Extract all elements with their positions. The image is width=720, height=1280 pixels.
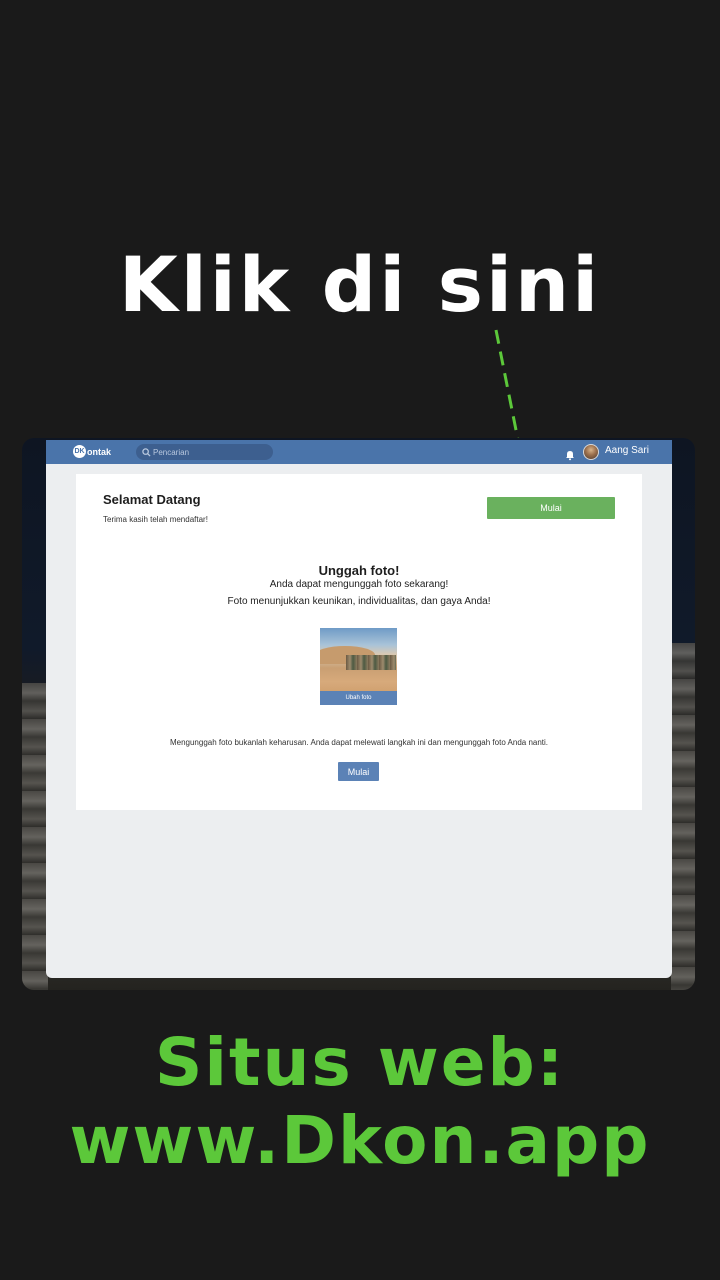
upload-title: Unggah foto! bbox=[318, 563, 400, 578]
app-screenshot: DK ontak Pencarian Aang Sari Selamat Dat… bbox=[22, 438, 695, 990]
search-placeholder: Pencarian bbox=[153, 447, 190, 457]
upload-line-2: Foto menunjukkan keunikan, individualita… bbox=[227, 596, 491, 607]
welcome-card: Selamat Datang Terima kasih telah mendaf… bbox=[76, 474, 642, 810]
top-navigation-bar: DK ontak Pencarian Aang Sari bbox=[46, 440, 672, 464]
upload-line-1: Anda dapat mengunggah foto sekarang! bbox=[269, 579, 449, 590]
logo-mark: DK bbox=[73, 445, 86, 458]
photo-town bbox=[346, 655, 396, 670]
start-button-top[interactable]: Mulai bbox=[487, 497, 615, 519]
welcome-title: Selamat Datang bbox=[103, 492, 201, 507]
search-input[interactable]: Pencarian bbox=[136, 444, 273, 460]
change-photo-button[interactable]: Ubah foto bbox=[320, 691, 397, 705]
start-button-bottom[interactable]: Mulai bbox=[338, 762, 379, 781]
background-rock-left bbox=[22, 683, 48, 990]
user-name[interactable]: Aang Sari bbox=[605, 445, 649, 456]
footer-line-1: Situs web: bbox=[154, 1024, 566, 1101]
logo-text: ontak bbox=[87, 446, 112, 457]
profile-photo[interactable]: Ubah foto bbox=[320, 628, 397, 705]
footer-website: www.Dkon.app bbox=[69, 1102, 651, 1179]
notification-bell-icon[interactable] bbox=[564, 446, 576, 461]
upload-note: Mengunggah foto bukanlah keharusan. Anda… bbox=[169, 738, 549, 747]
background-rock-right bbox=[671, 643, 695, 990]
search-icon bbox=[140, 444, 153, 460]
headline-click-here: Klik di sini bbox=[118, 240, 602, 329]
app-logo[interactable]: DK ontak bbox=[73, 445, 111, 458]
app-window: DK ontak Pencarian Aang Sari Selamat Dat… bbox=[46, 440, 672, 978]
welcome-subtitle: Terima kasih telah mendaftar! bbox=[103, 515, 208, 524]
user-avatar[interactable] bbox=[583, 444, 599, 460]
